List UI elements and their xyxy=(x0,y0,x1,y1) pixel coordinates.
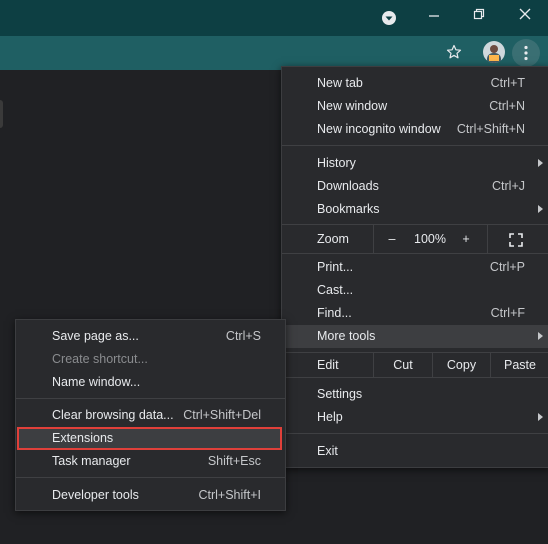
address-bar[interactable] xyxy=(0,39,440,67)
menu-item-shortcut: Ctrl+Shift+I xyxy=(198,488,261,502)
zoom-in-button[interactable]: + xyxy=(452,225,480,253)
copy-button[interactable]: Copy xyxy=(433,353,490,377)
menu-separator xyxy=(282,377,548,378)
menu-item-shortcut: Ctrl+S xyxy=(225,329,261,343)
menu-separator xyxy=(16,477,285,478)
menu-item-bookmarks[interactable]: Bookmarks xyxy=(282,198,548,221)
menu-item-label: Create shortcut... xyxy=(52,352,148,366)
menu-item-shortcut: Ctrl+Shift+Del xyxy=(183,408,261,422)
zoom-level: 100% xyxy=(414,232,446,246)
menu-item-label: Task manager xyxy=(52,454,131,468)
menu-item-label: Exit xyxy=(317,444,338,458)
submenu-arrow-icon xyxy=(538,159,543,167)
menu-item-help[interactable]: Help xyxy=(282,406,548,429)
zoom-label: Zoom xyxy=(317,232,349,246)
paste-button[interactable]: Paste xyxy=(491,353,548,377)
menu-item-label: Developer tools xyxy=(52,488,139,502)
restore-icon[interactable] xyxy=(469,4,489,24)
zoom-divider xyxy=(373,225,374,253)
menu-item-cast[interactable]: Cast... xyxy=(282,279,548,302)
menu-item-more-tools[interactable]: More tools xyxy=(282,325,548,348)
menu-item-label: Find... xyxy=(317,306,352,320)
menu-item-label: Print... xyxy=(317,260,354,274)
menu-item-history[interactable]: History xyxy=(282,152,548,175)
edit-row: Edit Cut Copy Paste xyxy=(282,353,548,377)
menu-item-new-tab[interactable]: New tab Ctrl+T xyxy=(282,72,548,95)
menu-item-shortcut: Ctrl+T xyxy=(490,76,525,90)
menu-item-find[interactable]: Find... Ctrl+F xyxy=(282,302,548,325)
more-tools-submenu: Save page as... Ctrl+S Create shortcut..… xyxy=(15,319,286,511)
submenu-arrow-icon xyxy=(538,205,543,213)
submenu-item-extensions[interactable]: Extensions xyxy=(17,427,282,450)
menu-item-settings[interactable]: Settings xyxy=(282,383,548,406)
menu-item-shortcut: Ctrl+F xyxy=(490,306,525,320)
menu-item-label: Downloads xyxy=(317,179,379,193)
menu-item-shortcut: Ctrl+J xyxy=(492,179,525,193)
menu-item-label: New window xyxy=(317,99,388,113)
submenu-item-create-shortcut: Create shortcut... xyxy=(16,348,285,371)
edit-label: Edit xyxy=(317,358,339,372)
menu-item-label: Bookmarks xyxy=(317,202,380,216)
submenu-arrow-icon xyxy=(538,332,543,340)
avatar[interactable] xyxy=(483,41,505,63)
menu-item-label: Save page as... xyxy=(52,329,139,343)
menu-item-label: History xyxy=(317,156,356,170)
menu-item-shortcut: Ctrl+N xyxy=(489,99,525,113)
zoom-row: Zoom – 100% + xyxy=(282,225,548,253)
menu-item-print[interactable]: Print... Ctrl+P xyxy=(282,256,548,279)
menu-separator xyxy=(282,253,548,254)
fullscreen-icon[interactable] xyxy=(504,225,528,253)
menu-item-shortcut: Shift+Esc xyxy=(207,454,261,468)
menu-item-label: New tab xyxy=(317,76,363,90)
submenu-arrow-icon xyxy=(538,413,543,421)
close-icon[interactable] xyxy=(515,4,535,24)
menu-item-label: Name window... xyxy=(52,375,141,389)
zoom-divider xyxy=(487,225,488,253)
zoom-out-button[interactable]: – xyxy=(378,225,406,253)
submenu-item-task-manager[interactable]: Task manager Shift+Esc xyxy=(16,450,285,473)
menu-item-label: More tools xyxy=(317,329,376,343)
menu-item-downloads[interactable]: Downloads Ctrl+J xyxy=(282,175,548,198)
menu-item-shortcut: Ctrl+P xyxy=(489,260,525,274)
menu-separator xyxy=(282,433,548,434)
menu-item-label: Extensions xyxy=(52,431,114,445)
menu-item-label: Cast... xyxy=(317,283,354,297)
title-bar xyxy=(0,0,548,36)
menu-item-label: New incognito window xyxy=(317,122,441,136)
menu-item-label: Help xyxy=(317,410,343,424)
submenu-item-name-window[interactable]: Name window... xyxy=(16,371,285,394)
bookmark-star-icon[interactable] xyxy=(444,42,464,62)
menu-item-new-incognito-window[interactable]: New incognito window Ctrl+Shift+N xyxy=(282,118,548,141)
tab-search-icon[interactable] xyxy=(379,8,399,28)
menu-item-shortcut: Ctrl+Shift+N xyxy=(456,122,525,136)
menu-item-exit[interactable]: Exit xyxy=(282,440,548,463)
menu-item-label: Settings xyxy=(317,387,363,401)
submenu-item-developer-tools[interactable]: Developer tools Ctrl+Shift+I xyxy=(16,484,285,507)
minimize-icon[interactable] xyxy=(424,6,444,26)
chrome-main-menu: New tab Ctrl+T New window Ctrl+N New inc… xyxy=(281,66,548,468)
page-edge xyxy=(0,100,3,128)
menu-separator xyxy=(282,145,548,146)
submenu-item-save-page-as[interactable]: Save page as... Ctrl+S xyxy=(16,325,285,348)
menu-item-label: Clear browsing data... xyxy=(52,408,174,422)
submenu-item-clear-browsing-data[interactable]: Clear browsing data... Ctrl+Shift+Del xyxy=(16,404,285,427)
menu-item-new-window[interactable]: New window Ctrl+N xyxy=(282,95,548,118)
menu-separator xyxy=(16,398,285,399)
cut-button[interactable]: Cut xyxy=(374,353,432,377)
kebab-menu-icon[interactable] xyxy=(512,39,540,67)
